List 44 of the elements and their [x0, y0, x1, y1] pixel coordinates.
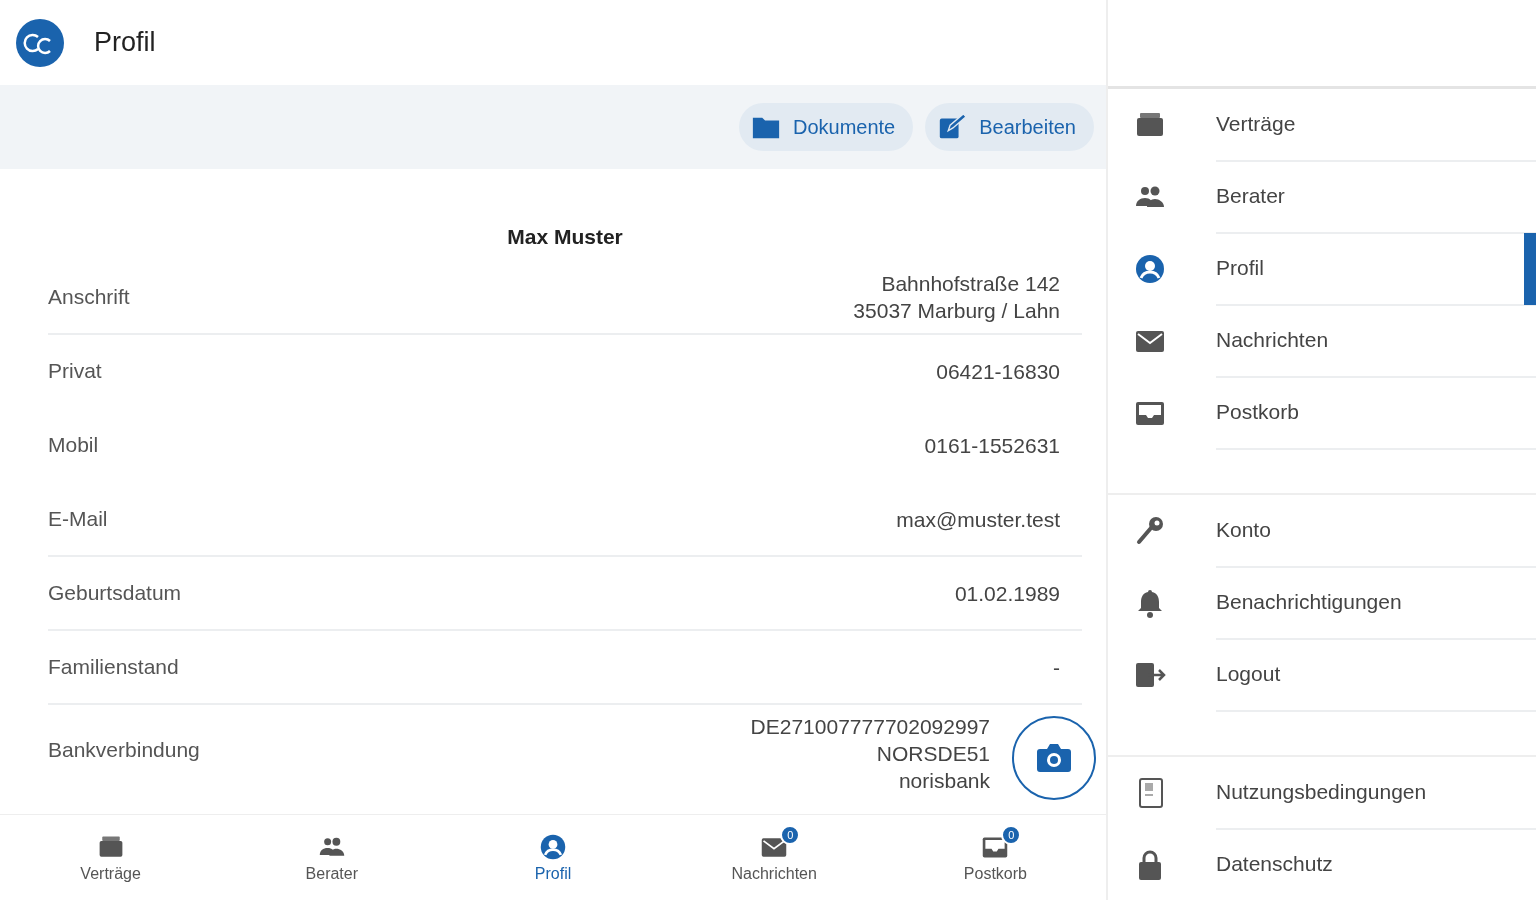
field-label: Familienstand — [48, 655, 179, 679]
selection-indicator — [1524, 233, 1536, 305]
field-value: 06421-16830 — [936, 358, 1060, 385]
field-label: E-Mail — [48, 507, 108, 531]
menu-item[interactable]: Profil — [1108, 233, 1536, 305]
field-value: 0161-1552631 — [924, 432, 1060, 459]
field-value: Bahnhofstraße 142 — [881, 271, 1060, 297]
menu-item[interactable]: Konto — [1108, 495, 1536, 567]
nav-tab[interactable]: Profil — [442, 815, 664, 900]
menu-item[interactable]: Logout — [1108, 639, 1536, 711]
profile-name: Max Muster — [506, 225, 624, 249]
key-icon — [1134, 515, 1166, 547]
field-value: DE271007777702092997 — [750, 714, 990, 740]
menu-item[interactable]: Datenschutz — [1108, 829, 1536, 900]
field-label: Privat — [48, 359, 102, 383]
camera-icon — [1036, 743, 1072, 773]
nav-tab[interactable]: 0 Nachrichten — [663, 815, 885, 900]
field-label: Bankverbindung — [48, 737, 200, 762]
field-value: - — [1053, 654, 1060, 681]
count-badge: 0 — [780, 824, 801, 845]
field-label: Mobil — [48, 433, 99, 457]
nav-tab[interactable]: Berater — [221, 815, 443, 900]
field-value: norisbank — [898, 768, 990, 794]
count-badge: 0 — [1001, 824, 1022, 845]
field-value: NORSDE51 — [876, 741, 990, 767]
menu-item[interactable]: Benachrichtigungen — [1108, 567, 1536, 639]
nav-tab[interactable]: 0 Postkorb — [884, 815, 1106, 900]
field-label: Anschrift — [48, 285, 130, 309]
field-value: 01.02.1989 — [954, 580, 1060, 607]
nav-tab[interactable]: Verträge — [0, 815, 222, 900]
menu-item[interactable]: Berater — [1108, 161, 1536, 233]
field-label: Geburtsdatum — [48, 581, 182, 605]
menu-item[interactable]: Postkorb — [1108, 377, 1536, 449]
field-value: max@muster.test — [896, 506, 1060, 533]
person-icon — [539, 832, 567, 861]
menu-item[interactable]: Nachrichten — [1108, 305, 1536, 377]
documents-button[interactable]: Dokumente — [738, 103, 914, 151]
page-title: Profil — [94, 27, 156, 58]
menu-item[interactable]: Verträge — [1108, 89, 1536, 161]
logo-icon — [16, 18, 64, 67]
menu-item[interactable]: Nutzungsbedingungen — [1108, 757, 1536, 829]
edit-button[interactable]: Bearbeiten — [925, 103, 1094, 151]
person-icon — [1134, 253, 1166, 285]
field-value: 35037 Marburg / Lahn — [853, 298, 1060, 324]
